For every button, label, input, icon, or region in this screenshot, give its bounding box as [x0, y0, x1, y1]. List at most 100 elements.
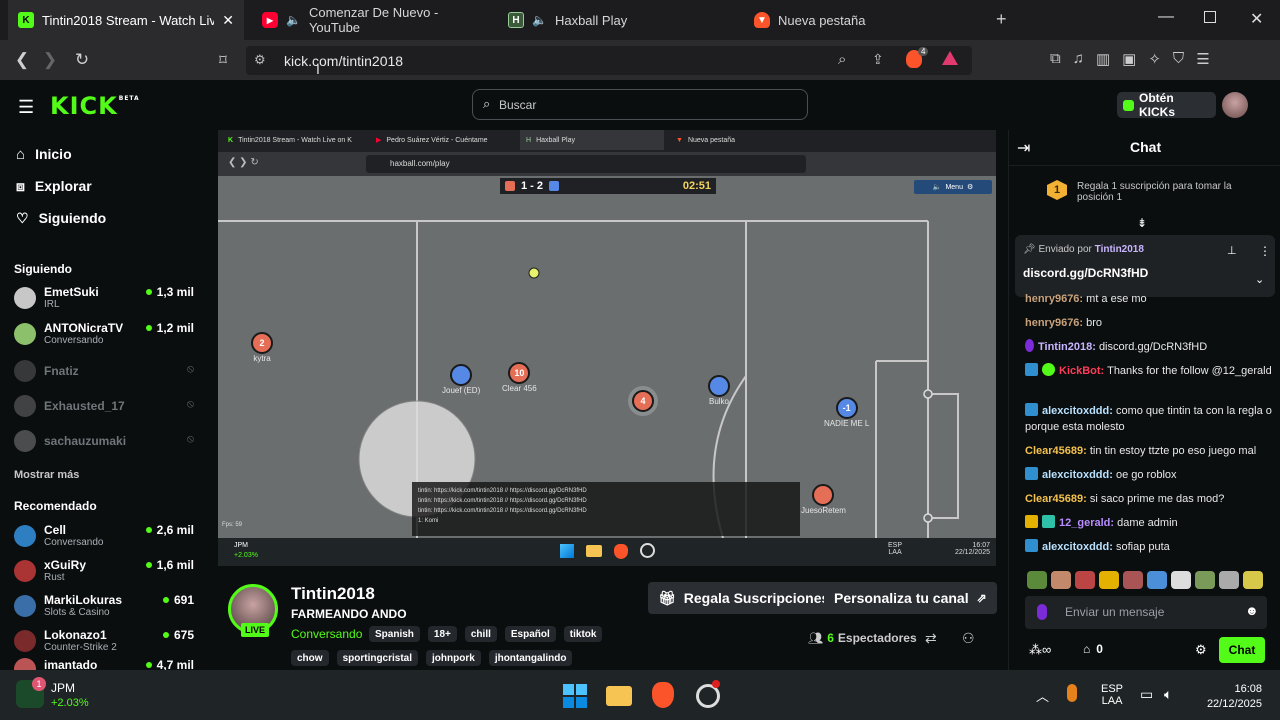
chat-username[interactable]: KickBot: [1059, 365, 1104, 377]
share-icon[interactable]: ⇪ [872, 51, 884, 68]
close-tab-icon[interactable]: ✕ [222, 12, 234, 29]
minimize-icon[interactable]: — [1158, 8, 1174, 26]
file-explorer-icon[interactable] [606, 686, 632, 706]
chat-username[interactable]: alexcitoxddd: [1042, 405, 1113, 417]
chat-username[interactable]: henry9676: [1025, 293, 1083, 305]
nav-explorar[interactable]: ⧈ Explorar [16, 176, 92, 196]
network-icon[interactable]: ▭ [1140, 686, 1153, 703]
emoji-icon[interactable]: ☻ [1245, 603, 1259, 618]
emote-icon[interactable] [1195, 571, 1215, 589]
tag[interactable]: chill [464, 626, 497, 642]
channel-name[interactable]: Tintin2018 [291, 584, 375, 604]
points-icon[interactable]: ⁂∞ [1029, 642, 1051, 658]
chat-username[interactable]: henry9676: [1025, 317, 1083, 329]
forward-icon[interactable]: ❯ [38, 48, 62, 72]
zoom-icon[interactable]: ⌕ [838, 51, 846, 68]
close-window-icon[interactable]: ✕ [1250, 9, 1263, 29]
customize-channel-button[interactable]: Personaliza tu canal ⇗ [824, 582, 997, 614]
new-tab-button[interactable]: + [996, 9, 1007, 30]
chat-username[interactable]: Tintin2018: [1038, 341, 1096, 353]
following-item-exhausted[interactable]: Exhausted_17 ⦸ [14, 390, 194, 422]
chat-scroll-icon[interactable]: ⇟ [1137, 216, 1147, 230]
clock[interactable]: 16:08 22/12/2025 [1196, 682, 1262, 712]
chat-username[interactable]: 12_gerald: [1059, 517, 1114, 529]
ai-icon[interactable]: ✧ [1148, 50, 1161, 68]
nav-inicio[interactable]: ⌂ Inicio [16, 144, 72, 164]
screenshot-icon[interactable]: ⧉ [1050, 50, 1061, 68]
language-indicator[interactable]: ESP LAA [1101, 683, 1123, 707]
site-info-icon[interactable]: ⚙ [254, 52, 266, 68]
follow-user-icon[interactable]: ⚇ [962, 630, 975, 647]
kicks-balance[interactable]: ⌂ 0 [1083, 642, 1103, 656]
tab-new[interactable]: ▼ Nueva pestaña [744, 0, 984, 40]
music-icon[interactable]: ♫ [1073, 50, 1084, 68]
recommended-item-cell[interactable]: Cell Conversando 2,6 mil [14, 520, 194, 552]
nav-siguiendo[interactable]: ♡ Siguiendo [16, 208, 106, 228]
volume-icon[interactable]: 🔈︎ [1164, 686, 1172, 703]
following-item-fnatiz[interactable]: Fnatiz ⦸ [14, 355, 194, 387]
chat-username[interactable]: alexcitoxddd: [1042, 541, 1113, 553]
reload-icon[interactable]: ↻ [70, 48, 94, 72]
chevron-down-icon[interactable]: ⌄ [1255, 273, 1264, 286]
recommended-item-imantado[interactable]: imantado 4,7 mil [14, 658, 194, 670]
tab-haxball[interactable]: H 🔈 Haxball Play [498, 0, 738, 40]
share-icon[interactable]: ⇄ [925, 630, 937, 647]
emote-icon[interactable] [1051, 571, 1071, 589]
emote-icon[interactable] [1243, 571, 1263, 589]
menu-icon[interactable]: ☰ [1196, 50, 1209, 68]
send-chat-button[interactable]: Chat [1219, 637, 1265, 663]
following-item-sachauzumaki[interactable]: sachauzumaki ⦸ [14, 425, 194, 457]
sidebar-icon[interactable]: ▥ [1096, 50, 1110, 68]
show-more-link[interactable]: Mostrar más [14, 469, 79, 481]
search-box[interactable]: ⌕ Buscar [472, 89, 808, 120]
chat-username[interactable]: alexcitoxddd: [1042, 469, 1113, 481]
emote-icon[interactable] [1099, 571, 1119, 589]
back-icon[interactable]: ❮ [10, 48, 34, 72]
wallet-icon[interactable]: ▣ [1122, 50, 1136, 68]
brave-taskbar-icon[interactable] [652, 682, 674, 708]
hamburger-icon[interactable]: ☰ [18, 97, 34, 118]
tag[interactable]: chow [291, 650, 329, 666]
brave-rewards-icon[interactable] [942, 51, 958, 65]
chevron-up-icon[interactable]: ︿ [1036, 686, 1049, 705]
emote-icon[interactable] [1075, 571, 1095, 589]
vpn-icon[interactable]: ⛉ [1173, 50, 1184, 68]
tag[interactable]: 18+ [427, 626, 457, 642]
following-item-emetsuki[interactable]: EmetSuki IRL 1,3 mil [14, 282, 194, 314]
tag[interactable]: Español [504, 626, 556, 642]
tag[interactable]: Spanish [369, 626, 420, 642]
tab-kick[interactable]: K Tintin2018 Stream - Watch Live c ✕ [8, 0, 244, 40]
chat-settings-icon[interactable]: ⚙ [1195, 642, 1207, 658]
address-bar[interactable]: ⚙ kick.com/tintin2018 ⌕ ⇪ 4 [246, 46, 972, 75]
kick-logo[interactable]: KICKBETA [50, 92, 140, 120]
windows-start-icon[interactable] [563, 684, 587, 708]
more-options-icon[interactable]: ⋮ [1259, 244, 1271, 258]
emote-icon[interactable] [1027, 571, 1047, 589]
chat-input[interactable]: Enviar un mensaje ☻ [1025, 596, 1267, 629]
emote-icon[interactable] [1219, 571, 1239, 589]
recommended-item-markilokuras[interactable]: MarkiLokuras Slots & Casino 691 [14, 590, 194, 622]
tag[interactable]: johnpork [426, 650, 481, 666]
pinned-text[interactable]: discord.gg/DcRN3fHD [1023, 266, 1148, 280]
emote-icon[interactable] [1171, 571, 1191, 589]
tag[interactable]: jhontangalindo [488, 650, 573, 666]
collapse-chat-icon[interactable]: ⇥ [1017, 138, 1030, 158]
stream-video[interactable]: K Tintin2018 Stream - Watch Live on K ▶ Pe… [218, 130, 996, 566]
get-kicks-button[interactable]: Obtén KICKs [1117, 91, 1216, 119]
tag[interactable]: tiktok [563, 626, 603, 642]
tag[interactable]: sportingcristal [336, 650, 419, 666]
emote-icon[interactable] [1147, 571, 1167, 589]
gift-subs-button[interactable]: 🎁︎ Regala Suscripciones [648, 582, 840, 614]
following-item-antonicratv[interactable]: ANTONicraTV Conversando 1,2 mil [14, 318, 194, 350]
emote-icon[interactable] [1123, 571, 1143, 589]
chat-username[interactable]: Clear45689: [1025, 493, 1087, 505]
microphone-icon[interactable] [1067, 684, 1077, 702]
recommended-item-xguiry[interactable]: xGuiRy Rust 1,6 mil [14, 555, 194, 587]
recommended-item-lokonazo1[interactable]: Lokonazo1 Counter-Strike 2 675 [14, 625, 194, 657]
tab-youtube[interactable]: ▶ 🔈 Comenzar De Nuevo - YouTube [252, 0, 492, 40]
user-avatar[interactable] [1222, 92, 1248, 118]
bookmark-icon[interactable]: ⌑ [211, 48, 235, 72]
chat-username[interactable]: Clear45689: [1025, 445, 1087, 457]
maximize-icon[interactable] [1204, 11, 1216, 23]
stream-category[interactable]: Conversando [291, 627, 362, 641]
